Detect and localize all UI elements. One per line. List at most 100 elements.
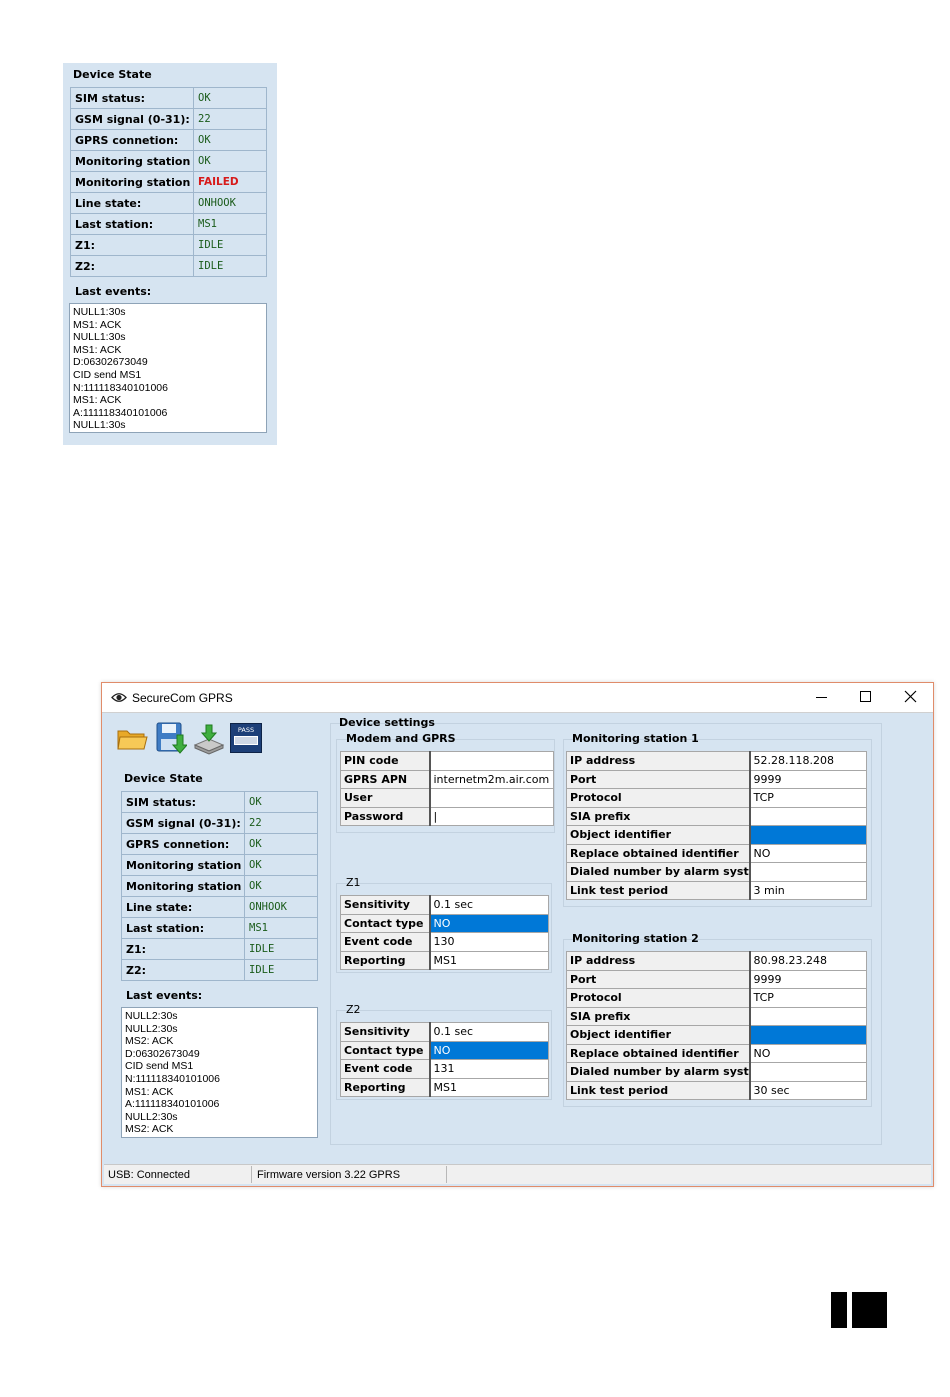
ms2-value-field[interactable]: NO <box>749 1043 867 1063</box>
ms1-label: Protocol <box>566 788 751 808</box>
modem-row: User <box>340 788 554 808</box>
z2-row: Reporting MS1 <box>340 1077 549 1097</box>
modem-value-field[interactable]: internetm2m.air.com <box>429 769 554 789</box>
state-value: IDLE <box>244 959 318 981</box>
ms1-label: IP address <box>566 751 751 771</box>
state-row: GPRS connetion: OK <box>121 833 318 855</box>
ms1-value-field[interactable]: NO <box>749 843 867 863</box>
firmware-version: Firmware version 3.22 GPRS <box>257 1169 401 1181</box>
state-row: Monitoring station 1: OK <box>70 150 267 172</box>
z2-value-field[interactable]: 0.1 sec <box>429 1022 549 1042</box>
state-label: Z1: <box>70 234 194 256</box>
ms1-value-field[interactable] <box>749 862 867 882</box>
last-events-box[interactable]: NULL2:30s NULL2:30s MS2: ACK D:063026730… <box>121 1007 318 1138</box>
z1-table: Sensitivity 0.1 sec Contact type NO Event co… <box>340 895 549 970</box>
ms1-value-field[interactable]: 52.28.118.208 <box>749 751 867 771</box>
state-label: Monitoring station 1: <box>121 854 245 876</box>
modem-value-field[interactable] <box>429 751 554 771</box>
ms1-row: Link test period 3 min <box>566 880 867 900</box>
z2-value-field[interactable]: NO <box>429 1040 549 1060</box>
state-label: Z1: <box>121 938 245 960</box>
ms2-value-field[interactable] <box>749 1006 867 1026</box>
ms2-row: IP address 80.98.23.248 <box>566 951 867 971</box>
ms2-value-field[interactable]: 80.98.23.248 <box>749 951 867 971</box>
ms2-value-field[interactable] <box>749 1062 867 1082</box>
state-label: SIM status: <box>70 87 194 109</box>
download-device-icon[interactable] <box>193 723 225 755</box>
state-value: MS1 <box>193 213 267 235</box>
device-state-table: SIM status: OK GSM signal (0-31): 22 GPRS co… <box>121 791 318 981</box>
status-divider <box>251 1166 252 1183</box>
state-row: Monitoring station 2: FAILED <box>70 171 267 193</box>
maximize-icon[interactable] <box>860 691 871 702</box>
z1-label: Reporting <box>340 950 431 970</box>
state-value: OK <box>193 150 267 172</box>
ms2-label: Link test period <box>566 1080 751 1100</box>
ms1-title: Monitoring station 1 <box>572 732 699 745</box>
state-label: GPRS connetion: <box>121 833 245 855</box>
password-icon-field <box>234 736 258 745</box>
modem-value-field[interactable] <box>429 788 554 808</box>
ms2-value-field[interactable]: 9999 <box>749 969 867 989</box>
ms2-value-field[interactable] <box>749 1025 867 1045</box>
state-row: Z2: IDLE <box>121 959 318 981</box>
page-marker <box>831 1292 887 1328</box>
z2-label: Event code <box>340 1059 431 1079</box>
state-label: Last station: <box>121 917 245 939</box>
z1-value-field[interactable]: 130 <box>429 932 549 952</box>
state-row: Monitoring station 2: OK <box>121 875 318 897</box>
ms2-label: Protocol <box>566 988 751 1008</box>
modem-title: Modem and GPRS <box>346 732 456 745</box>
ms1-label: SIA prefix <box>566 806 751 826</box>
ms2-row: Port 9999 <box>566 969 867 989</box>
z2-table: Sensitivity 0.1 sec Contact type NO Event co… <box>340 1022 549 1097</box>
z1-row: Sensitivity 0.1 sec <box>340 895 549 915</box>
minimize-icon[interactable] <box>816 697 827 698</box>
ms1-value-field[interactable]: 9999 <box>749 769 867 789</box>
state-label: GSM signal (0-31): <box>121 812 245 834</box>
password-icon[interactable]: PASS <box>230 723 262 753</box>
state-row: Z1: IDLE <box>121 938 318 960</box>
state-value: OK <box>244 875 318 897</box>
ms1-value-field[interactable]: 3 min <box>749 880 867 900</box>
state-value: IDLE <box>193 234 267 256</box>
z1-value-field[interactable]: MS1 <box>429 950 549 970</box>
z1-value-field[interactable]: NO <box>429 913 549 933</box>
state-label: Monitoring station 2: <box>121 875 245 897</box>
ms2-label: IP address <box>566 951 751 971</box>
state-value: OK <box>244 791 318 813</box>
ms1-label: Port <box>566 769 751 789</box>
usb-status: USB: Connected <box>108 1169 190 1181</box>
state-row: Z1: IDLE <box>70 234 267 256</box>
ms1-value-field[interactable] <box>749 806 867 826</box>
save-icon[interactable] <box>155 721 189 754</box>
ms1-label: Replace obtained identifier <box>566 843 751 863</box>
open-folder-icon[interactable] <box>116 723 148 755</box>
ms1-value-field[interactable]: TCP <box>749 788 867 808</box>
z1-value-field[interactable]: 0.1 sec <box>429 895 549 915</box>
state-label: Z2: <box>121 959 245 981</box>
modem-value-field[interactable]: | <box>429 806 554 826</box>
modem-label: PIN code <box>340 751 431 771</box>
ms2-value-field[interactable]: TCP <box>749 988 867 1008</box>
z2-value-field[interactable]: MS1 <box>429 1077 549 1097</box>
ms2-title: Monitoring station 2 <box>572 932 699 945</box>
close-icon[interactable] <box>904 690 917 703</box>
state-label: Monitoring station 2: <box>70 171 194 193</box>
ms1-value-field[interactable] <box>749 825 867 845</box>
state-label: Line state: <box>70 192 194 214</box>
page-marker-bar <box>831 1292 847 1328</box>
state-row: Last station: MS1 <box>121 917 318 939</box>
z2-value-field[interactable]: 131 <box>429 1059 549 1079</box>
state-label: SIM status: <box>121 791 245 813</box>
app-window: SecureCom GPRS PASS Device State SIM sta… <box>101 682 934 1187</box>
state-value: ONHOOK <box>193 192 267 214</box>
ms2-value-field[interactable]: 30 sec <box>749 1080 867 1100</box>
ms1-row: Protocol TCP <box>566 788 867 808</box>
state-row: Monitoring station 1: OK <box>121 854 318 876</box>
top-last-events-box[interactable]: NULL1:30s MS1: ACK NULL1:30s MS1: ACK D:… <box>69 303 267 433</box>
title-bar[interactable]: SecureCom GPRS <box>102 683 933 713</box>
state-value: IDLE <box>244 938 318 960</box>
state-row: SIM status: OK <box>121 791 318 813</box>
ms2-label: Object identifier <box>566 1025 751 1045</box>
